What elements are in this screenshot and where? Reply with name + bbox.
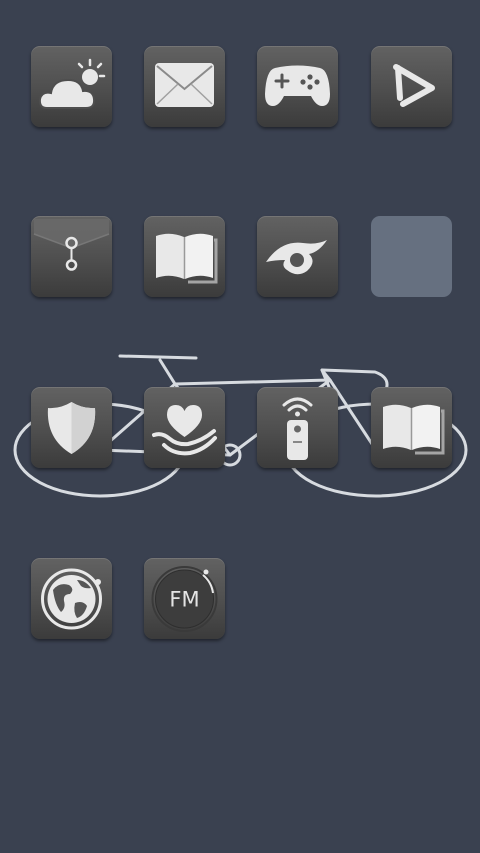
folder-app-icon[interactable] [31, 216, 112, 297]
gamepad-icon [265, 65, 330, 106]
remote-control-icon [282, 397, 313, 460]
eye-app-icon[interactable] [257, 216, 338, 297]
empty-app-slot[interactable] [371, 216, 452, 297]
books-app-icon[interactable] [371, 387, 452, 468]
reader-app-icon[interactable] [144, 216, 225, 297]
globe-icon [41, 568, 102, 630]
game-app-icon[interactable] [257, 46, 338, 127]
eye-swirl-icon [266, 240, 327, 275]
fm-radio-icon: FM [151, 566, 218, 632]
remote-app-icon[interactable] [257, 387, 338, 468]
heart-hand-icon [152, 405, 217, 456]
weather-app-icon[interactable] [31, 46, 112, 127]
fm-radio-app-icon[interactable]: FM [144, 558, 225, 639]
browser-app-icon[interactable] [31, 558, 112, 639]
mail-app-icon[interactable] [144, 46, 225, 127]
weather-icon [38, 58, 106, 109]
home-screen: FM [0, 0, 480, 853]
security-app-icon[interactable] [31, 387, 112, 468]
fm-label: FM [169, 588, 199, 612]
mail-icon [155, 63, 214, 107]
video-player-icon [393, 64, 435, 107]
book-icon [383, 404, 445, 455]
shield-icon [47, 402, 96, 454]
video-app-icon[interactable] [371, 46, 452, 127]
health-app-icon[interactable] [144, 387, 225, 468]
folder-envelope-icon [33, 219, 110, 271]
book-icon [156, 233, 218, 284]
